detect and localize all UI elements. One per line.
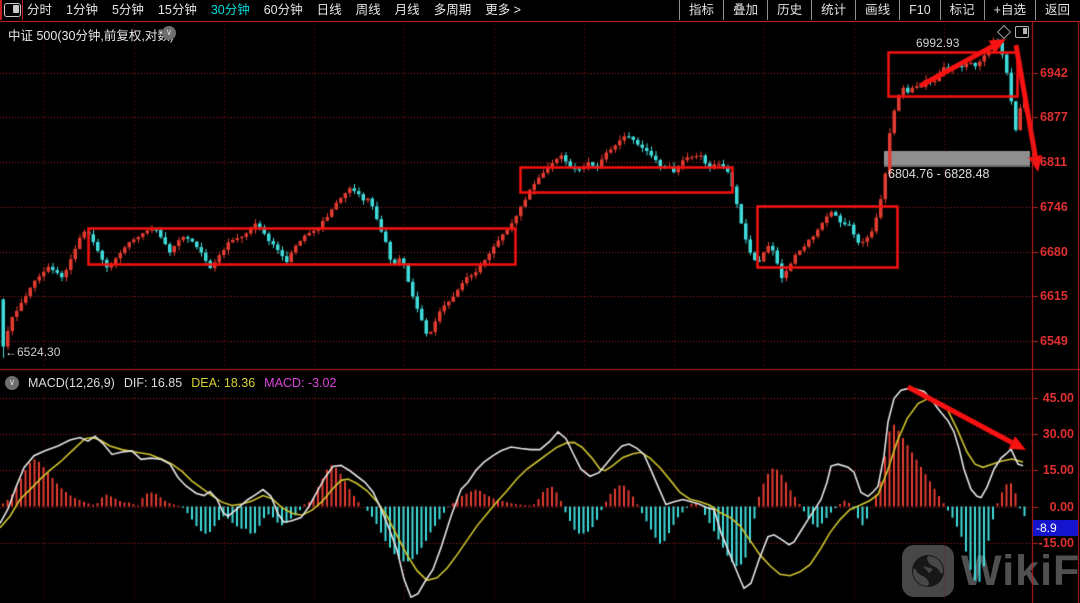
range-band-label: 6804.76 - 6828.48 <box>888 167 989 181</box>
toolbar-left-border <box>0 0 2 20</box>
macd-axis-tick: 15.00 <box>1034 463 1074 477</box>
timeframe-tab[interactable]: 分时 <box>27 0 52 20</box>
price-axis-tick: 6615 <box>1040 289 1068 303</box>
toolbar-button[interactable]: 画线 <box>855 0 899 20</box>
toolbar-button[interactable]: F10 <box>899 0 940 20</box>
macd-dea-value: DEA: 18.36 <box>191 376 255 390</box>
price-axis-tick: 6680 <box>1040 245 1068 259</box>
toolbar-separator <box>22 0 23 20</box>
toolbar-button[interactable]: 叠加 <box>723 0 767 20</box>
chevron-down-circle-icon[interactable]: ∨ <box>162 26 176 40</box>
timeframe-tab[interactable]: 周线 <box>356 0 381 20</box>
toolbar-button[interactable]: 标记 <box>940 0 984 20</box>
toolbar-button[interactable]: 指标 <box>679 0 723 20</box>
top-toolbar: 分时 1分钟 5分钟 15分钟 30分钟 60分钟日线周线月线多周期更多 > 指标叠加历史… <box>0 0 1080 22</box>
toolbar-button[interactable]: 返回 <box>1035 0 1079 20</box>
price-axis-tick: 6942 <box>1040 66 1068 80</box>
panel-toggle-icon[interactable] <box>1015 26 1029 38</box>
macd-macd-value: MACD: -3.02 <box>264 376 336 390</box>
low-price-marker: ←6524.30 <box>5 345 60 359</box>
timeframe-tab[interactable]: 5分钟 <box>112 0 144 20</box>
toolbar-button[interactable]: 历史 <box>767 0 811 20</box>
toolbar-buttons: 指标叠加历史统计画线F10标记+自选返回 <box>679 0 1079 20</box>
layout-toggle-icon[interactable] <box>4 3 21 17</box>
macd-header: ∨ MACD(12,26,9) DIF: 16.85 DEA: 18.36 MA… <box>5 374 336 391</box>
macd-axis-tick: 0.00 <box>1034 500 1074 514</box>
price-axis-tick: 6877 <box>1040 110 1068 124</box>
timeframe-tab[interactable]: 月线 <box>395 0 420 20</box>
price-axis-tick: 6746 <box>1040 200 1068 214</box>
price-axis-tick: 6811 <box>1040 155 1067 169</box>
trading-app-window: 分时 1分钟 5分钟 15分钟 30分钟 60分钟日线周线月线多周期更多 > 指标叠加历史… <box>0 0 1080 603</box>
chart-canvas[interactable] <box>0 0 1080 603</box>
macd-dif-value: DIF: 16.85 <box>124 376 182 390</box>
macd-axis-tick: 30.00 <box>1034 427 1074 441</box>
timeframe-tab[interactable]: 日线 <box>317 0 342 20</box>
macd-current-value-badge: -8.9 <box>1033 520 1078 536</box>
timeframe-tab[interactable]: 1分钟 <box>66 0 98 20</box>
timeframe-tab[interactable]: 多周期 <box>434 0 472 20</box>
timeframe-tab[interactable]: 30分钟 <box>211 0 250 20</box>
timeframe-tab[interactable]: 更多 > <box>485 0 521 20</box>
chart-title: 中证 500(30分钟,前复权,对数) <box>8 25 174 44</box>
toolbar-button[interactable]: +自选 <box>984 0 1035 20</box>
timeframe-tab[interactable]: 15分钟 <box>158 0 197 20</box>
high-price-marker: 6992.93 <box>916 36 959 50</box>
chevron-down-circle-icon[interactable]: ∨ <box>5 376 19 390</box>
timeframe-tab[interactable]: 60分钟 <box>264 0 303 20</box>
macd-axis-tick: -15.00 <box>1034 536 1074 550</box>
macd-indicator-name[interactable]: MACD(12,26,9) <box>28 376 115 390</box>
timeframe-tabs: 分时 1分钟 5分钟 15分钟 30分钟 60分钟日线周线月线多周期更多 > <box>27 0 521 20</box>
price-axis-tick: 6549 <box>1040 334 1068 348</box>
macd-axis-tick: 45.00 <box>1034 391 1074 405</box>
toolbar-button[interactable]: 统计 <box>811 0 855 20</box>
